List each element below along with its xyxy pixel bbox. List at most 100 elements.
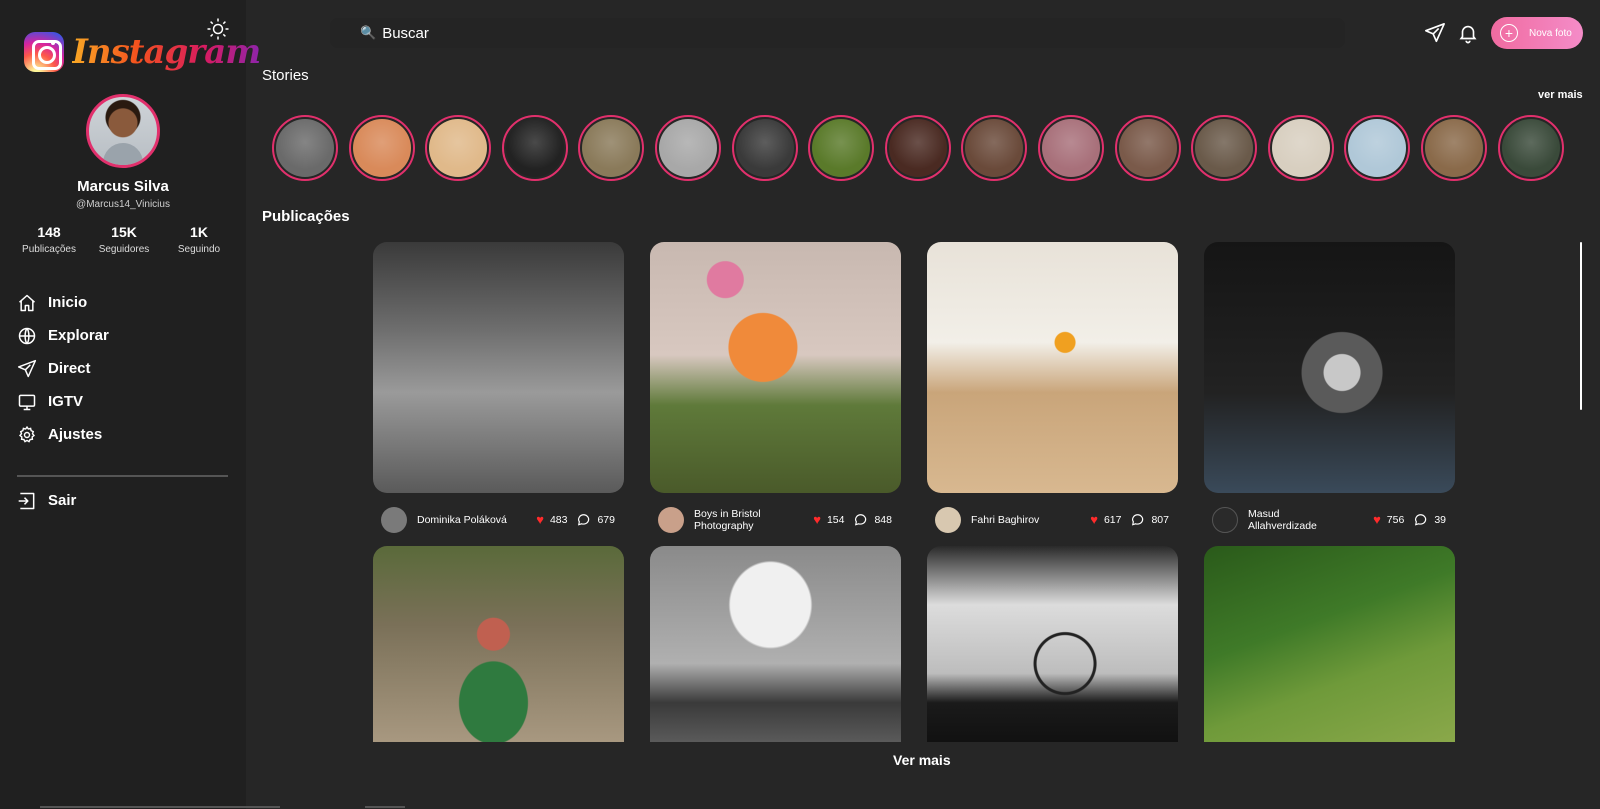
post-image[interactable]	[373, 242, 624, 493]
search-input[interactable]	[382, 24, 1283, 42]
stat-value: 148	[37, 224, 61, 240]
story-avatar[interactable]	[425, 115, 492, 181]
likes-count[interactable]: ♥ 617	[1090, 512, 1121, 527]
story-thumbnail	[735, 119, 794, 177]
likes-value: 756	[1386, 513, 1405, 526]
sidebar-item-label: Direct	[48, 360, 91, 377]
post-image[interactable]	[373, 546, 624, 742]
story-thumbnail	[965, 119, 1024, 177]
scrollbar[interactable]	[1580, 242, 1582, 410]
monitor-icon	[18, 394, 36, 410]
story-avatar[interactable]	[808, 115, 875, 181]
story-avatar[interactable]	[731, 115, 798, 181]
heart-icon: ♥	[813, 512, 821, 527]
instagram-logo-icon	[24, 32, 64, 72]
story-avatar[interactable]	[1267, 115, 1334, 181]
post-author[interactable]: Dominika Poláková	[417, 514, 517, 526]
post-card: Masud Allahverdizade ♥ 756 39	[1204, 242, 1455, 546]
stat-value: 15K	[111, 224, 137, 240]
story-avatar[interactable]	[1497, 115, 1564, 181]
post-meta: Dominika Poláková ♥ 483 679	[373, 493, 624, 546]
story-thumbnail	[276, 119, 334, 177]
story-avatar[interactable]	[884, 115, 951, 181]
avatar[interactable]	[1212, 506, 1238, 533]
avatar[interactable]	[381, 506, 407, 533]
story-avatar[interactable]	[1191, 115, 1258, 181]
story-avatar[interactable]	[272, 115, 338, 181]
sidebar-item-inicio[interactable]: Inicio	[17, 286, 231, 319]
story-avatar[interactable]	[1420, 115, 1487, 181]
comments-value: 679	[597, 513, 615, 526]
posts-grid: Dominika Poláková ♥ 483 679 Boys in Brist…	[373, 242, 1455, 742]
story-thumbnail	[429, 119, 488, 177]
stories-title: Stories	[262, 67, 309, 84]
horizontal-scrollbar[interactable]	[40, 806, 280, 808]
post-author[interactable]: Masud Allahverdizade	[1248, 508, 1348, 532]
sidebar-item-direct[interactable]: Direct	[17, 352, 231, 385]
sidebar-item-ajustes[interactable]: Ajustes	[17, 418, 231, 451]
home-icon	[19, 294, 35, 311]
sidebar-item-explorar[interactable]: Explorar	[17, 319, 231, 352]
stat-label: Publicações	[22, 244, 76, 255]
stat-label: Seguidores	[98, 244, 150, 255]
story-thumbnail	[1195, 119, 1254, 177]
comments-count[interactable]: 679	[577, 513, 615, 527]
post-image[interactable]	[927, 242, 1178, 493]
send-icon	[17, 359, 37, 377]
avatar[interactable]	[86, 94, 160, 168]
sidebar-item-igtv[interactable]: IGTV	[17, 385, 231, 418]
story-avatar[interactable]	[348, 115, 415, 181]
post-card: Dominika Poláková ♥ 483 679	[373, 242, 624, 546]
likes-value: 483	[549, 513, 568, 526]
stat-followers[interactable]: 15K Seguidores	[89, 224, 159, 255]
sun-icon[interactable]	[206, 17, 230, 41]
story-thumbnail	[352, 119, 411, 177]
avatar[interactable]	[658, 506, 684, 533]
stat-publications[interactable]: 148 Publicações	[14, 224, 84, 255]
post-image[interactable]	[650, 546, 901, 742]
comments-count[interactable]: 39	[1414, 513, 1446, 527]
story-avatar[interactable]	[1037, 115, 1104, 181]
post-image[interactable]	[927, 546, 1178, 742]
avatar[interactable]	[935, 506, 961, 533]
stories-see-more-link[interactable]: ver mais	[1538, 89, 1583, 101]
story-avatar[interactable]	[578, 115, 645, 181]
story-avatar[interactable]	[501, 115, 568, 181]
horizontal-scrollbar-thumb[interactable]	[365, 806, 405, 808]
profile-stats: 148 Publicações 15K Seguidores 1K Seguin…	[14, 224, 234, 255]
story-avatar[interactable]	[1344, 115, 1411, 181]
post-author[interactable]: Fahri Baghirov	[971, 514, 1071, 526]
story-thumbnail	[658, 119, 717, 177]
post-image[interactable]	[650, 242, 901, 493]
story-thumbnail	[1041, 119, 1100, 177]
comment-icon	[855, 513, 867, 526]
comments-value: 807	[1151, 513, 1169, 526]
likes-count[interactable]: ♥ 483	[536, 512, 567, 527]
search-bar[interactable]: 🔍	[330, 18, 1345, 48]
bell-icon[interactable]	[1457, 22, 1479, 44]
stat-following[interactable]: 1K Seguindo	[164, 224, 234, 255]
post-meta: Fahri Baghirov ♥ 617 807	[927, 493, 1178, 546]
post-image[interactable]	[1204, 242, 1455, 493]
post-card: Fahri Baghirov ♥ 617 807	[927, 242, 1178, 546]
story-thumbnail	[1271, 119, 1330, 177]
comments-count[interactable]: 848	[854, 513, 892, 527]
send-icon[interactable]	[1424, 22, 1446, 44]
comments-count[interactable]: 807	[1131, 513, 1169, 527]
likes-count[interactable]: ♥ 154	[813, 512, 844, 527]
story-avatar[interactable]	[961, 115, 1028, 181]
story-thumbnail	[812, 119, 871, 177]
plus-circle-icon: +	[1500, 24, 1518, 42]
sidebar-item-label: Inicio	[48, 294, 88, 311]
globe-icon	[18, 327, 36, 344]
likes-count[interactable]: ♥ 756	[1373, 512, 1404, 527]
posts-see-more-link[interactable]: Ver mais	[893, 752, 951, 768]
logout-button[interactable]: Sair	[17, 484, 76, 517]
logout-icon	[18, 492, 35, 509]
publications-title: Publicações	[262, 208, 350, 225]
story-avatar[interactable]	[654, 115, 721, 181]
story-avatar[interactable]	[1114, 115, 1181, 181]
new-photo-button[interactable]: + Nova foto	[1491, 17, 1583, 49]
post-author[interactable]: Boys in Bristol Photography	[694, 508, 794, 532]
post-image[interactable]	[1204, 546, 1455, 742]
